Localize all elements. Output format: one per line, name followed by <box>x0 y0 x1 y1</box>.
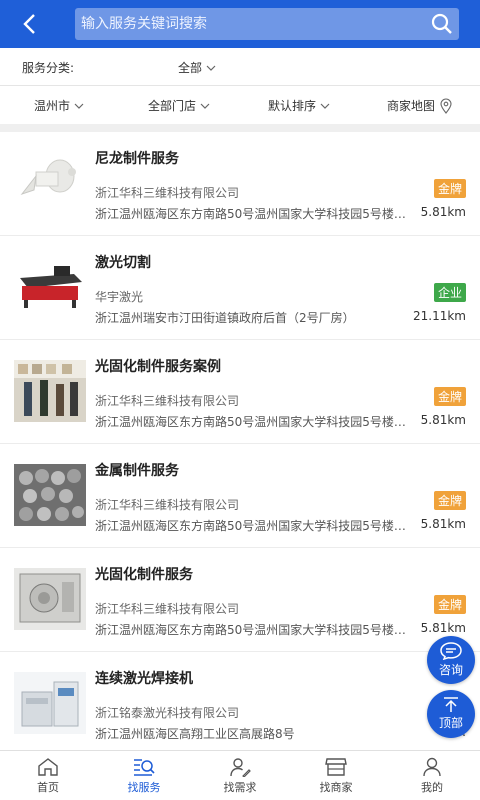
user-icon <box>423 757 441 776</box>
category-row: 服务分类: 全部 <box>0 48 480 86</box>
product-thumbnail <box>14 256 86 318</box>
item-title: 尼龙制件服务 <box>95 151 179 167</box>
filter-row: 温州市 全部门店 默认排序 商家地图 <box>0 86 480 124</box>
item-company: 浙江华科三维科技有限公司 <box>95 498 240 512</box>
item-title: 激光切割 <box>95 255 151 271</box>
store-icon <box>325 757 347 776</box>
item-address: 浙江温州瓯海区东方南路50号温州国家大学科技园5号楼一... <box>95 519 415 533</box>
nav-find-merchant[interactable]: 找商家 <box>288 751 384 800</box>
gold-badge: 金牌 <box>433 387 466 406</box>
filter-map[interactable]: 商家地图 <box>387 97 453 114</box>
item-distance: 5.81km <box>420 205 466 219</box>
item-distance: 21.11km <box>413 309 466 323</box>
nav-label: 首页 <box>37 780 59 794</box>
item-title: 光固化制件服务 <box>95 567 193 583</box>
filter-label: 商家地图 <box>387 99 436 113</box>
product-thumbnail <box>14 152 86 214</box>
gold-badge: 金牌 <box>433 179 466 198</box>
filter-city[interactable]: 温州市 <box>34 97 84 114</box>
product-thumbnail <box>14 672 86 734</box>
nav-find-service[interactable]: 找服务 <box>96 751 192 800</box>
find-demand-icon <box>230 757 251 777</box>
item-company: 浙江铭泰激光科技有限公司 <box>95 706 240 720</box>
consult-button[interactable]: 咨询 <box>427 636 475 684</box>
item-company: 浙江华科三维科技有限公司 <box>95 186 240 200</box>
gold-badge: 金牌 <box>433 595 466 614</box>
filter-store[interactable]: 全部门店 <box>148 97 210 114</box>
nav-label: 找需求 <box>223 780 257 794</box>
nav-find-demand[interactable]: 找需求 <box>192 751 288 800</box>
item-address: 浙江温州瓯海区东方南路50号温州国家大学科技园5号楼一... <box>95 623 415 637</box>
item-company: 浙江华科三维科技有限公司 <box>95 602 240 616</box>
item-title: 连续激光焊接机 <box>95 671 193 687</box>
item-address: 浙江温州瓯海区高翔工业区高展路8号 <box>95 727 295 741</box>
service-list: 尼龙制件服务 浙江华科三维科技有限公司 浙江温州瓯海区东方南路50号温州国家大学… <box>0 132 480 756</box>
nav-home[interactable]: 首页 <box>0 751 96 800</box>
nav-label: 我的 <box>421 780 443 794</box>
header-bar <box>0 0 480 48</box>
item-title: 金属制件服务 <box>95 463 179 479</box>
top-label: 顶部 <box>438 716 463 730</box>
item-title: 光固化制件服务案例 <box>95 359 221 375</box>
category-label: 服务分类: <box>22 61 75 75</box>
filter-label: 全部门店 <box>148 99 197 113</box>
map-pin-icon <box>440 98 452 114</box>
item-company: 浙江华科三维科技有限公司 <box>95 394 240 408</box>
product-thumbnail <box>14 360 86 422</box>
filter-sort[interactable]: 默认排序 <box>268 97 330 114</box>
find-service-icon <box>134 758 155 776</box>
arrow-up-icon <box>444 697 458 712</box>
chevron-down-icon <box>206 65 216 71</box>
chevron-down-icon <box>200 103 210 109</box>
search-box[interactable] <box>75 8 459 40</box>
item-distance: 5.81km <box>420 413 466 427</box>
product-thumbnail <box>14 568 86 630</box>
filter-label: 温州市 <box>34 99 71 113</box>
item-address: 浙江温州瓯海区东方南路50号温州国家大学科技园5号楼一... <box>95 415 415 429</box>
list-item[interactable]: 金属制件服务 浙江华科三维科技有限公司 浙江温州瓯海区东方南路50号温州国家大学… <box>0 444 480 548</box>
category-select[interactable]: 全部 <box>178 59 216 76</box>
filter-label: 默认排序 <box>268 99 317 113</box>
list-item[interactable]: 光固化制件服务 浙江华科三维科技有限公司 浙江温州瓯海区东方南路50号温州国家大… <box>0 548 480 652</box>
consult-label: 咨询 <box>438 663 463 677</box>
list-item[interactable]: 激光切割 华宇激光 浙江温州瑞安市汀田街道镇政府后首（2号厂房） 企业 21.1… <box>0 236 480 340</box>
nav-mine[interactable]: 我的 <box>384 751 480 800</box>
item-distance: 5.81km <box>420 517 466 531</box>
item-distance: 5.81km <box>420 621 466 635</box>
category-selected: 全部 <box>178 61 203 75</box>
bottom-nav: 首页 找服务 找需求 找商家 我的 <box>0 750 480 800</box>
nav-label: 找商家 <box>319 780 353 794</box>
item-address: 浙江温州瑞安市汀田街道镇政府后首（2号厂房） <box>95 311 355 325</box>
back-to-top-button[interactable]: 顶部 <box>427 690 475 738</box>
chevron-down-icon <box>74 103 84 109</box>
gold-badge: 金牌 <box>433 491 466 510</box>
product-thumbnail <box>14 464 86 526</box>
chat-icon <box>440 642 462 660</box>
item-company: 华宇激光 <box>95 290 144 304</box>
back-button[interactable] <box>14 10 44 38</box>
nav-label: 找服务 <box>127 780 161 794</box>
list-item[interactable]: 尼龙制件服务 浙江华科三维科技有限公司 浙江温州瓯海区东方南路50号温州国家大学… <box>0 132 480 236</box>
chevron-left-icon <box>23 14 35 34</box>
list-item[interactable]: 连续激光焊接机 浙江铭泰激光科技有限公司 浙江温州瓯海区高翔工业区高展路8号 5… <box>0 652 480 756</box>
item-address: 浙江温州瓯海区东方南路50号温州国家大学科技园5号楼一... <box>95 207 415 221</box>
section-divider <box>0 124 480 132</box>
home-icon <box>38 757 58 776</box>
enterprise-badge: 企业 <box>433 283 466 302</box>
search-icon[interactable] <box>431 13 453 35</box>
list-item[interactable]: 光固化制件服务案例 浙江华科三维科技有限公司 浙江温州瓯海区东方南路50号温州国… <box>0 340 480 444</box>
search-input[interactable] <box>75 8 415 40</box>
chevron-down-icon <box>320 103 330 109</box>
